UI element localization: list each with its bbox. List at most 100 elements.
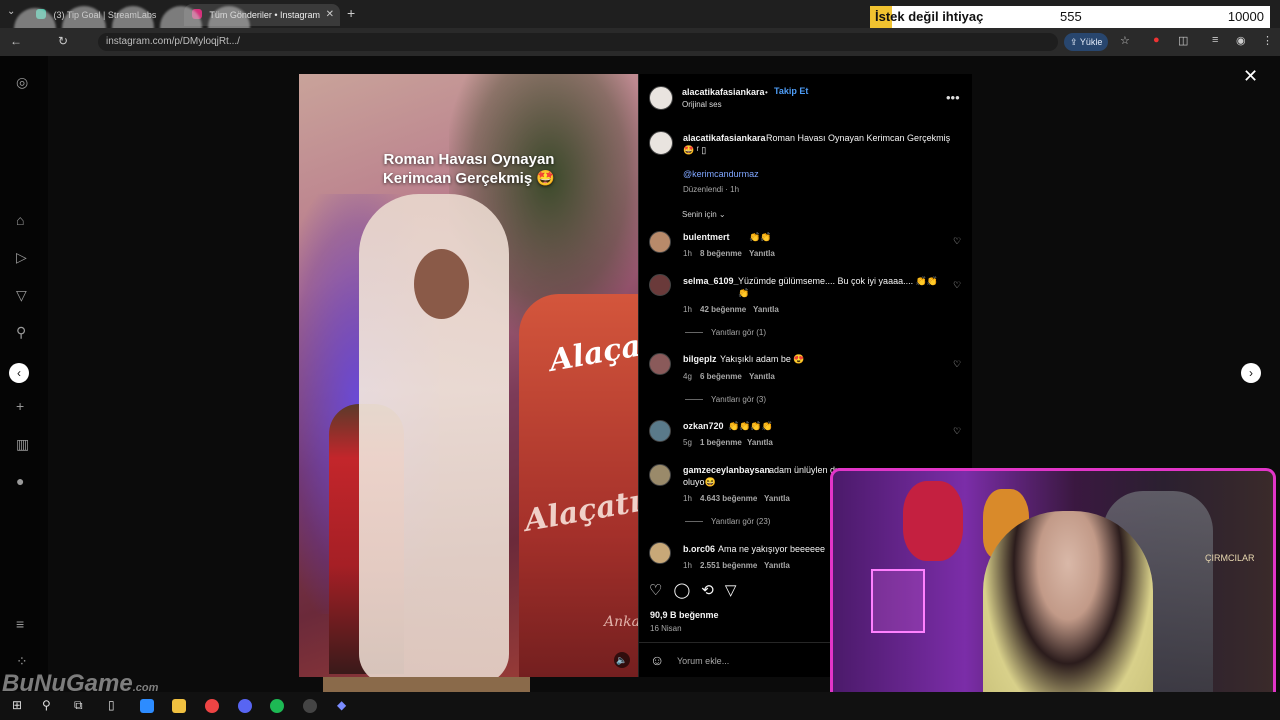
avatar[interactable]: [649, 274, 671, 296]
emoji-icon[interactable]: ☺: [650, 652, 664, 668]
app-icon[interactable]: ◆: [337, 698, 346, 712]
instagram-logo-icon[interactable]: ◎: [16, 74, 28, 91]
repost-icon[interactable]: ⟲: [701, 582, 714, 599]
file-icon[interactable]: ▯: [108, 698, 115, 712]
more-options-icon[interactable]: •••: [946, 90, 960, 105]
back-icon[interactable]: ←: [10, 34, 22, 48]
avatar[interactable]: [649, 353, 671, 375]
comment-username[interactable]: bilgeplz: [683, 354, 717, 364]
reply-button[interactable]: Yanıtla: [747, 438, 773, 447]
goal-target: 10000: [1227, 9, 1264, 24]
reply-button[interactable]: Yanıtla: [749, 372, 775, 381]
comment-likes[interactable]: 1 beğenme: [700, 438, 742, 447]
close-tab-icon[interactable]: ✕: [326, 4, 334, 26]
comment-text: Yüzümde gülümseme.... Bu çok iyi yaaaa..…: [738, 276, 938, 298]
extensions-icon[interactable]: ◫: [1178, 34, 1188, 47]
profile-avatar[interactable]: ◉: [1236, 34, 1246, 47]
dashboard-icon[interactable]: ▥: [16, 436, 29, 453]
messages-icon[interactable]: ▽: [16, 287, 27, 304]
start-icon[interactable]: ⊞: [12, 698, 22, 712]
like-comment-icon[interactable]: ♡: [953, 426, 961, 437]
like-comment-icon[interactable]: ♡: [953, 280, 961, 291]
reading-list-icon[interactable]: ≡: [1212, 34, 1218, 46]
avatar[interactable]: [649, 420, 671, 442]
caption-emoji: 🤩 ᶠ ▯: [683, 145, 707, 155]
comment-username[interactable]: bulentmert: [683, 232, 730, 242]
task-view-icon[interactable]: ⧉: [74, 698, 83, 713]
extension-record-icon[interactable]: ●: [1153, 34, 1160, 46]
comment-likes[interactable]: 6 beğenme: [700, 372, 742, 381]
discord-icon[interactable]: [238, 699, 252, 713]
zoom-app-icon[interactable]: [140, 699, 154, 713]
menu-icon[interactable]: ⋮: [1262, 34, 1273, 47]
reply-button[interactable]: Yanıtla: [764, 561, 790, 570]
webcam-overlay: ÇIRMCILAR: [830, 468, 1276, 716]
avatar[interactable]: [649, 131, 673, 155]
dancer-head: [414, 249, 469, 319]
next-post-button[interactable]: ›: [1241, 363, 1261, 383]
reel-video[interactable]: Roman Havası Oynayan Kerimcan Gerçekmiş …: [299, 74, 638, 677]
file-explorer-icon[interactable]: [172, 699, 186, 713]
reply-button[interactable]: Yanıtla: [764, 494, 790, 503]
wall-sign: ÇIRMCILAR: [1205, 553, 1255, 563]
avatar[interactable]: [649, 464, 671, 486]
address-bar[interactable]: instagram.com/p/DMyloqjRt.../: [98, 33, 1058, 51]
avatar[interactable]: [649, 86, 673, 110]
more-menu-icon[interactable]: ≡: [16, 616, 24, 632]
video-thumbnail-strip: [323, 677, 530, 692]
donation-goal-bar: İstek değil ihtiyaç 555 10000: [870, 6, 1270, 28]
reels-icon[interactable]: ▷: [16, 249, 27, 266]
comment-likes[interactable]: 4.643 beğenme: [700, 494, 757, 503]
like-icon[interactable]: ♡: [649, 582, 662, 599]
browser-toolbar: ← ↻ instagram.com/p/DMyloqjRt.../ ⇪ Yükl…: [0, 28, 1280, 56]
comment-icon[interactable]: ◯: [673, 582, 690, 599]
tab-search-icon[interactable]: ⌄: [7, 6, 15, 17]
comment-username[interactable]: gamzeceylanbaysan: [683, 465, 770, 475]
reload-icon[interactable]: ↻: [58, 34, 68, 48]
upload-button[interactable]: ⇪ Yükle: [1064, 33, 1109, 51]
comment-likes[interactable]: 42 beğenme: [700, 305, 746, 314]
threads-icon[interactable]: ⁘: [16, 653, 28, 670]
video-caption: Roman Havası Oynayan Kerimcan Gerçekmiş …: [382, 151, 556, 187]
comment-text-cont: oluyo😆: [683, 477, 716, 487]
comment-username[interactable]: b.orc06: [683, 544, 715, 554]
view-replies-button[interactable]: Yanıtları gör (23): [685, 517, 770, 526]
obs-icon[interactable]: [303, 699, 317, 713]
home-icon[interactable]: ⌂: [16, 212, 24, 228]
search-icon[interactable]: ⚲: [16, 324, 26, 341]
comment-username[interactable]: selma_6109_: [683, 276, 739, 286]
like-count[interactable]: 90,9 B beğenme: [650, 610, 719, 620]
comment-likes[interactable]: 8 beğenme: [700, 249, 742, 258]
comment-username[interactable]: ozkan720: [683, 421, 724, 431]
view-replies-button[interactable]: Yanıtları gör (1): [685, 328, 766, 337]
like-comment-icon[interactable]: ♡: [953, 359, 961, 370]
mute-icon[interactable]: 🔈: [614, 652, 630, 668]
comment-likes[interactable]: 2.551 beğenme: [700, 561, 757, 570]
view-replies-button[interactable]: Yanıtları gör (3): [685, 395, 766, 404]
mention-link[interactable]: @kerimcandurmaz: [683, 169, 759, 179]
caption-username[interactable]: alacatikafasiankara: [683, 133, 766, 143]
create-icon[interactable]: +: [16, 398, 24, 414]
avatar[interactable]: [649, 542, 671, 564]
previous-post-button[interactable]: ‹: [9, 363, 29, 383]
follow-button[interactable]: Takip Et: [774, 86, 808, 96]
close-modal-icon[interactable]: ✕: [1243, 66, 1258, 87]
sort-dropdown[interactable]: Senin için ⌄: [682, 210, 726, 219]
reply-button[interactable]: Yanıtla: [753, 305, 779, 314]
new-tab-icon[interactable]: +: [347, 5, 355, 21]
share-icon[interactable]: ▽: [725, 582, 737, 599]
goal-label: İstek değil ihtiyaç: [875, 9, 984, 24]
post-username[interactable]: alacatikafasiankara: [682, 87, 765, 97]
chrome-icon[interactable]: [205, 699, 219, 713]
brand-sign-sub: Ankara: [604, 614, 638, 630]
search-icon[interactable]: ⚲: [42, 698, 51, 712]
audio-label[interactable]: Orijinal ses: [682, 100, 722, 109]
avatar[interactable]: [649, 231, 671, 253]
profile-icon[interactable]: ●: [16, 473, 24, 489]
like-comment-icon[interactable]: ♡: [953, 236, 961, 247]
pink-plush: [903, 481, 963, 561]
reply-button[interactable]: Yanıtla: [749, 249, 775, 258]
spotify-icon[interactable]: [270, 699, 284, 713]
comment-input[interactable]: Yorum ekle...: [677, 656, 729, 666]
bookmark-star-icon[interactable]: ☆: [1120, 34, 1130, 47]
